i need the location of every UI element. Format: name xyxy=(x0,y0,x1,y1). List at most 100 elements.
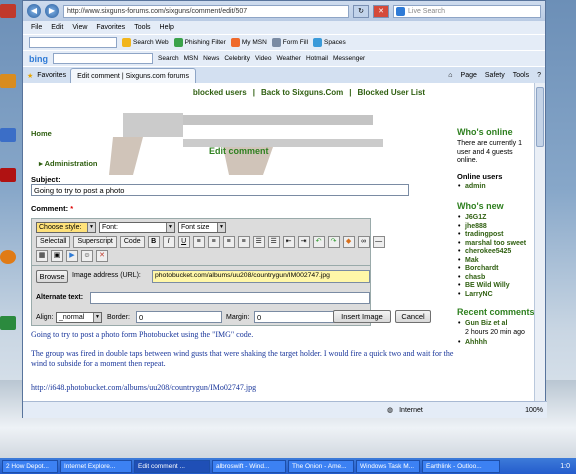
messenger-link[interactable]: Messenger xyxy=(333,55,365,62)
outdent-icon[interactable]: ⇤ xyxy=(282,236,295,248)
desktop-icon-windows-explorer[interactable] xyxy=(0,128,24,143)
new-user-link[interactable]: marshal too sweet xyxy=(457,240,535,249)
smiley-icon[interactable]: ☺ xyxy=(81,250,93,262)
zoom-level[interactable]: 100% xyxy=(525,407,543,414)
tools-menu[interactable]: Tools xyxy=(513,72,529,79)
phishing-filter-button[interactable]: Phishing Filter xyxy=(173,38,226,47)
superscript-button[interactable]: Superscript xyxy=(73,236,117,248)
taskbar-item[interactable]: albroswift - Wind... xyxy=(212,459,286,473)
hotmail-link[interactable]: Hotmail xyxy=(306,55,328,62)
weather-link[interactable]: Weather xyxy=(277,55,301,62)
bold-button[interactable]: B xyxy=(147,236,160,248)
media-icon[interactable]: ▶ xyxy=(66,250,78,262)
new-user-link[interactable]: Borchardt xyxy=(457,265,535,274)
favorites-button[interactable]: Favorites xyxy=(37,72,66,79)
back-to-sixguns-link[interactable]: Back to Sixguns.Com xyxy=(261,88,343,97)
image-address-input[interactable]: photobucket.com/albums/uu208/countrygun/… xyxy=(152,270,370,283)
home-icon[interactable]: ⌂ xyxy=(448,72,452,79)
undo-icon[interactable]: ↶ xyxy=(312,236,325,248)
redo-icon[interactable]: ↷ xyxy=(327,236,340,248)
blocked-user-list-link[interactable]: Blocked User List xyxy=(357,88,425,97)
font-select[interactable]: Font: ▼ xyxy=(99,222,175,233)
align-center-icon[interactable]: ≡ xyxy=(207,236,220,248)
underline-button[interactable]: U xyxy=(177,236,190,248)
desktop-icon-acronis[interactable] xyxy=(0,4,24,19)
new-user-link[interactable]: chasb xyxy=(457,274,535,283)
border-input[interactable]: 0 xyxy=(136,311,222,323)
unordered-list-icon[interactable]: ☰ xyxy=(267,236,280,248)
desktop-icon-speedfan[interactable] xyxy=(0,74,24,89)
desktop-icon-firefox[interactable] xyxy=(0,250,24,265)
new-user-link[interactable]: J6G1Z xyxy=(457,214,535,223)
tab-edit-comment[interactable]: Edit comment | Sixguns.com forums xyxy=(70,67,196,84)
refresh-button[interactable]: ↻ xyxy=(353,4,369,18)
taskbar-item[interactable]: Internet Explore... xyxy=(60,459,132,473)
desktop-icon-misc[interactable] xyxy=(0,316,24,331)
align-left-icon[interactable]: ≡ xyxy=(192,236,205,248)
comment-body-editor[interactable]: Going to try to post a photo form Photob… xyxy=(31,330,471,401)
bing-search-input[interactable] xyxy=(53,53,153,64)
choose-style-select[interactable]: Choose style: ▼ xyxy=(36,222,96,233)
link-icon[interactable]: ∞ xyxy=(357,236,370,248)
favorites-star-icon[interactable]: ★ xyxy=(27,72,33,80)
menu-view[interactable]: View xyxy=(72,24,87,31)
new-user-link[interactable]: BE Wild Willy xyxy=(457,282,535,291)
taskbar-item[interactable]: 2 How Depot... xyxy=(2,459,58,473)
safety-menu[interactable]: Safety xyxy=(485,72,505,79)
celebrity-link[interactable]: Celebrity xyxy=(224,55,250,62)
bing-search-button[interactable]: Search xyxy=(158,55,179,62)
help-icon[interactable]: ? xyxy=(537,72,541,79)
video-link[interactable]: Video xyxy=(255,55,272,62)
new-user-link[interactable]: cherokee5425 xyxy=(457,248,535,257)
font-size-select[interactable]: Font size ▼ xyxy=(178,222,226,233)
spaces-button[interactable]: Spaces xyxy=(313,38,346,47)
cancel-button[interactable]: Cancel xyxy=(395,310,431,323)
browse-button[interactable]: Browse xyxy=(36,270,68,283)
toolbar-search-input[interactable] xyxy=(29,37,117,48)
new-user-link[interactable]: LarryNC xyxy=(457,291,535,300)
taskbar-item[interactable]: The Onion - Ame... xyxy=(288,459,354,473)
table-icon[interactable]: ▦ xyxy=(36,250,48,262)
hr-icon[interactable]: — xyxy=(372,236,385,248)
back-button[interactable]: ◀ xyxy=(27,4,41,18)
desktop-icon-adobe-reader[interactable] xyxy=(0,168,24,183)
home-link[interactable]: Home xyxy=(31,129,52,138)
recent-comment-link[interactable]: Gun Biz et al xyxy=(457,320,535,329)
forward-button[interactable]: ▶ xyxy=(45,4,59,18)
stop-button[interactable]: ✕ xyxy=(373,4,389,18)
new-user-link[interactable]: Mak xyxy=(457,257,535,266)
alternate-text-input[interactable] xyxy=(90,292,370,304)
align-select[interactable]: _normal ▼ xyxy=(56,312,102,323)
remove-format-icon[interactable]: ✕ xyxy=(96,250,108,262)
taskbar-item-active[interactable]: Edit comment ... xyxy=(134,459,210,473)
recent-comment-link[interactable]: Ahhhh xyxy=(457,339,535,348)
search-web-button[interactable]: Search Web xyxy=(122,38,169,47)
scrollbar-thumb[interactable] xyxy=(536,87,544,147)
administration-link[interactable]: ▸ Administration xyxy=(39,159,98,168)
menu-favorites[interactable]: Favorites xyxy=(96,24,125,31)
indent-icon[interactable]: ⇥ xyxy=(297,236,310,248)
taskbar-item[interactable]: Windows Task M... xyxy=(356,459,420,473)
new-user-link[interactable]: tradingpost xyxy=(457,231,535,240)
msn-link[interactable]: MSN xyxy=(184,55,198,62)
page-menu[interactable]: Page xyxy=(461,72,477,79)
online-user-link[interactable]: admin xyxy=(457,183,535,192)
menu-tools[interactable]: Tools xyxy=(134,24,150,31)
color-icon[interactable]: ◆ xyxy=(342,236,355,248)
taskbar-item[interactable]: Earthlink - Outloo... xyxy=(422,459,500,473)
ordered-list-icon[interactable]: ☰ xyxy=(252,236,265,248)
address-input[interactable]: http://www.sixguns-forums.com/sixguns/co… xyxy=(63,4,349,18)
italic-button[interactable]: I xyxy=(162,236,175,248)
image-icon[interactable]: ▣ xyxy=(51,250,63,262)
align-right-icon[interactable]: ≡ xyxy=(222,236,235,248)
subject-input[interactable]: Going to try to post a photo xyxy=(31,184,409,196)
selectall-button[interactable]: Selectall xyxy=(36,236,71,248)
justify-icon[interactable]: ≡ xyxy=(237,236,250,248)
code-button[interactable]: Code xyxy=(119,236,145,248)
blocked-users-link[interactable]: blocked users xyxy=(193,88,247,97)
menu-file[interactable]: File xyxy=(31,24,42,31)
new-user-link[interactable]: jhe888 xyxy=(457,223,535,232)
menu-help[interactable]: Help xyxy=(160,24,174,31)
menu-edit[interactable]: Edit xyxy=(51,24,63,31)
my-msn-button[interactable]: My MSN xyxy=(230,38,267,47)
